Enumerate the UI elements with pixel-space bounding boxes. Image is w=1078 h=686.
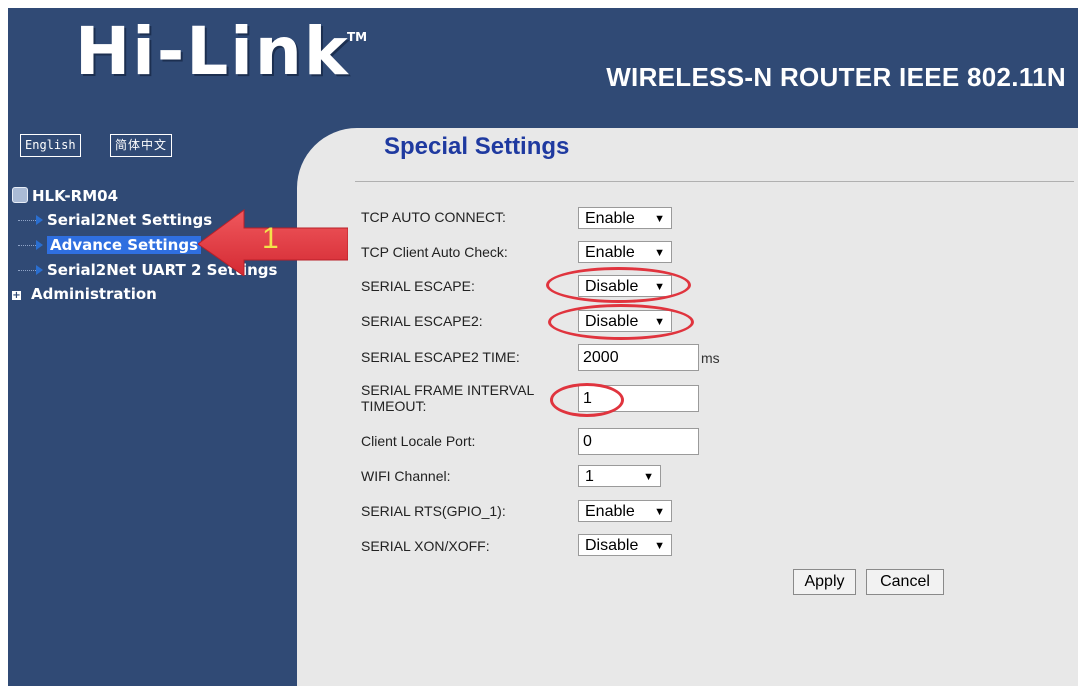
select-value: Disable: [585, 537, 639, 554]
highlight-circle-serial-escape2: [548, 304, 694, 340]
serial-frame-interval-timeout-label: SERIAL FRAME INTERVAL TIMEOUT:: [361, 382, 534, 414]
nav-item-label: Serial2Net Settings: [47, 211, 213, 229]
nav-item-advance-settings[interactable]: Advance Settings: [18, 234, 202, 256]
title-divider: [355, 181, 1074, 182]
serial-rts-label: SERIAL RTS(GPIO_1):: [361, 503, 506, 519]
ms-unit-label: ms: [701, 350, 720, 366]
dropdown-arrow-icon: ▼: [643, 471, 654, 483]
tcp-auto-connect-label: TCP AUTO CONNECT:: [361, 209, 506, 225]
select-value: Enable: [585, 210, 635, 227]
tree-connector: [18, 220, 36, 221]
serial-escape2-time-input[interactable]: 2000: [578, 344, 699, 371]
nav-item-serial2net-settings[interactable]: Serial2Net Settings: [18, 209, 212, 231]
select-value: Enable: [585, 503, 635, 520]
dropdown-arrow-icon: ▼: [654, 506, 665, 518]
serial-escape2-time-label: SERIAL ESCAPE2 TIME:: [361, 349, 520, 365]
nav-item-label: Administration: [31, 285, 157, 303]
dropdown-arrow-icon: ▼: [654, 540, 665, 552]
header-subtitle: WIRELESS-N ROUTER IEEE 802.11N: [606, 62, 1066, 92]
dropdown-arrow-icon: ▼: [654, 213, 665, 225]
apply-button[interactable]: Apply: [793, 569, 856, 595]
serial-escape-label: SERIAL ESCAPE:: [361, 278, 475, 294]
tree-root-label: HLK-RM04: [32, 187, 119, 205]
cancel-button[interactable]: Cancel: [866, 569, 944, 595]
tcp-client-auto-check-select[interactable]: Enable ▼: [578, 241, 672, 263]
highlight-circle-frame-interval: [550, 383, 624, 417]
computer-icon: [12, 187, 28, 203]
serial-rts-select[interactable]: Enable ▼: [578, 500, 672, 522]
chinese-language-button[interactable]: 简体中文: [110, 134, 173, 157]
content-panel: Special Settings TCP AUTO CONNECT: Enabl…: [297, 128, 1078, 686]
nav-item-administration[interactable]: + Administration: [12, 283, 157, 305]
wifi-channel-select[interactable]: 1 ▼: [578, 465, 661, 487]
serial-xon-xoff-label: SERIAL XON/XOFF:: [361, 538, 490, 554]
arrow-right-icon: [36, 265, 43, 275]
select-value: 1: [585, 468, 594, 485]
client-locale-port-label: Client Locale Port:: [361, 433, 476, 449]
trademark-mark: TM: [347, 30, 368, 44]
tcp-auto-connect-select[interactable]: Enable ▼: [578, 207, 672, 229]
tree-root-device[interactable]: HLK-RM04: [12, 185, 118, 207]
client-locale-port-input[interactable]: 0: [578, 428, 699, 455]
serial-xon-xoff-select[interactable]: Disable ▼: [578, 534, 672, 556]
expand-plus-icon[interactable]: +: [12, 291, 21, 301]
nav-item-label: Advance Settings: [47, 236, 202, 254]
highlight-circle-serial-escape: [546, 267, 691, 303]
hi-link-logo: Hi-Link: [75, 13, 350, 90]
annotation-number: 1: [262, 222, 279, 255]
arrow-right-icon: [36, 215, 43, 225]
arrow-right-icon: [36, 240, 43, 250]
tree-connector: [18, 270, 36, 271]
dropdown-arrow-icon: ▼: [654, 247, 665, 259]
tree-connector: [18, 245, 36, 246]
tcp-client-auto-check-label: TCP Client Auto Check:: [361, 244, 508, 260]
english-language-button[interactable]: English: [20, 134, 81, 157]
serial-escape2-label: SERIAL ESCAPE2:: [361, 313, 483, 329]
select-value: Enable: [585, 244, 635, 261]
wifi-channel-label: WIFI Channel:: [361, 468, 451, 484]
page-title: Special Settings: [384, 133, 570, 160]
